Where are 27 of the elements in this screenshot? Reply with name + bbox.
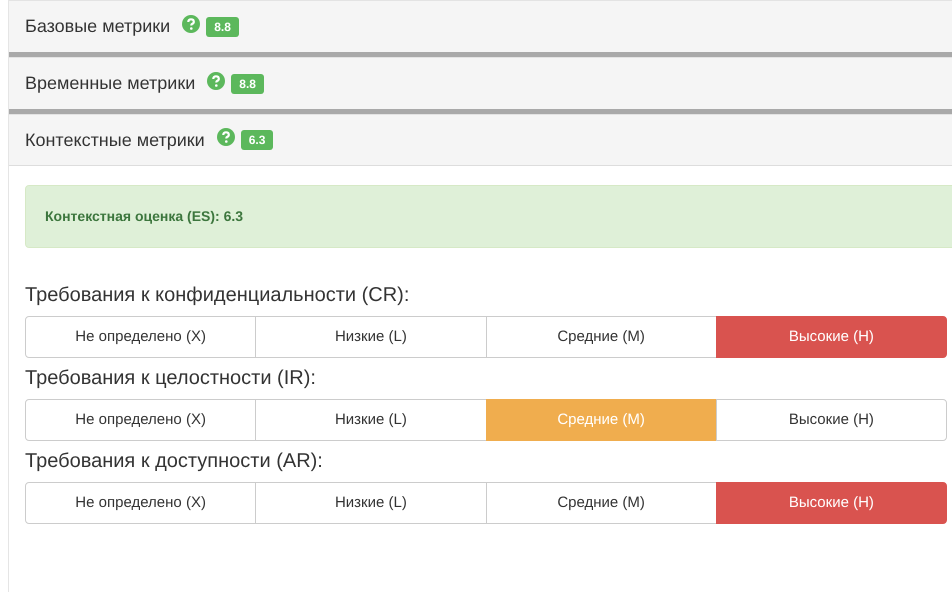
- panel-title: Контекстные метрики: [25, 128, 205, 152]
- option-button[interactable]: Низкие (L): [255, 482, 486, 524]
- panel-title: Базовые метрики: [25, 15, 170, 38]
- option-button[interactable]: Высокие (H): [716, 399, 947, 441]
- field-label: Требования к целостности (IR):: [25, 366, 317, 391]
- option-button[interactable]: Не определено (X): [25, 316, 256, 358]
- panel-heading[interactable]: Временные метрики 8.8: [9, 57, 952, 109]
- help-icon[interactable]: [207, 72, 226, 90]
- option-button[interactable]: Высокие (H): [716, 482, 947, 524]
- option-button[interactable]: Средние (M): [486, 482, 717, 524]
- option-button[interactable]: Не определено (X): [25, 482, 256, 524]
- option-button[interactable]: Низкие (L): [255, 399, 486, 441]
- option-button[interactable]: Высокие (H): [716, 316, 947, 358]
- help-icon[interactable]: [182, 14, 200, 32]
- option-button[interactable]: Низкие (L): [255, 316, 486, 358]
- field-label: Требования к конфиденциальности (CR):: [25, 283, 410, 308]
- score-badge: 8.8: [231, 74, 264, 94]
- alert-text: Контекстная оценка (ES): 6.3: [45, 207, 244, 226]
- panel-heading[interactable]: Базовые метрики 8.8: [9, 0, 952, 52]
- score-badge: 8.8: [206, 16, 239, 36]
- help-icon[interactable]: [216, 128, 235, 146]
- field-label: Требования к доступности (AR):: [25, 449, 324, 474]
- panel-title: Временные метрики: [25, 72, 196, 95]
- panel-heading[interactable]: Контекстные метрики 6.3: [9, 114, 952, 166]
- option-button[interactable]: Средние (M): [486, 316, 717, 358]
- score-badge: 6.3: [240, 130, 274, 150]
- option-button[interactable]: Не определено (X): [25, 399, 256, 441]
